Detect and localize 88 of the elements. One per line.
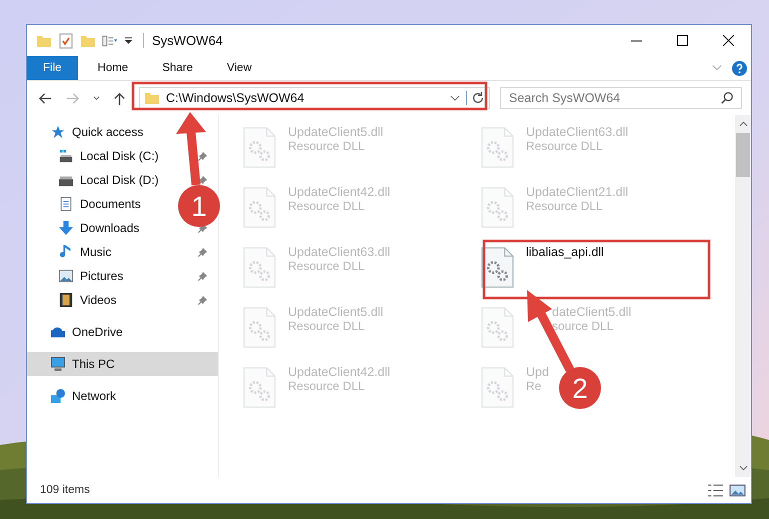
file-name: Upd [526,365,549,379]
folder-icon [144,90,160,106]
network-icon [51,389,65,403]
drive-icon [59,149,73,163]
ribbon-tab[interactable]: Home [84,56,142,80]
pin-icon[interactable] [198,295,208,305]
sidebar-item[interactable]: Quick access [27,120,148,144]
file-name: UpdateClient63.dll [288,245,390,259]
sidebar-item[interactable]: Videos [27,288,120,312]
ribbon-tab[interactable]: File [27,56,78,80]
step-badge [178,185,220,227]
file-type: source DLL [552,319,614,333]
file-name: UpdateClient5.dll [288,125,384,139]
gears-file-icon [481,126,514,169]
gears-file-icon [243,246,276,289]
file-item[interactable]: libalias_api.dll [481,242,604,298]
pin-icon[interactable] [198,271,208,281]
back-icon[interactable] [38,90,53,106]
file-name: UpdateClient21.dll [526,185,628,199]
file-name: UpdateClient63.dll [526,125,628,139]
sidebar-item[interactable]: Downloads [27,216,144,240]
gears-file-icon [243,186,276,229]
scroll-up-icon[interactable] [738,121,748,127]
file-name: dateClient5.dll [552,305,632,319]
up-icon[interactable] [112,90,127,106]
file-type: Resource DLL [288,319,366,333]
gears-file-icon [243,366,276,409]
star-icon [51,125,65,139]
file-type: Resource DLL [288,259,366,273]
step-badge [559,367,601,409]
sidebar-item[interactable]: Local Disk (D:) [27,168,163,192]
scroll-down-icon[interactable] [738,465,748,471]
file-type: Resource DLL [288,199,366,213]
file-name: libalias_api.dll [526,245,604,259]
pin-icon[interactable] [198,151,208,161]
pin-icon[interactable] [198,175,208,185]
gears-file-icon [481,306,514,349]
file-type: Resource DLL [288,139,366,153]
step-number: 1 [191,191,207,222]
item-count: 109 items [40,484,90,496]
file-type: Resource DLL [526,199,604,213]
pin-icon[interactable] [198,247,208,257]
sidebar-item[interactable]: Documents [27,192,145,216]
file-type: Resource DLL [288,379,366,393]
document-icon [59,197,73,211]
close-icon [722,35,734,46]
cloud-icon [51,325,65,339]
sidebar-item[interactable]: OneDrive [27,320,127,344]
gears-file-icon [481,366,514,409]
dropdown-icon[interactable] [450,94,460,102]
gears-file-icon [243,126,276,169]
scroll-thumb[interactable] [736,133,750,177]
file-name: UpdateClient42.dll [288,365,390,379]
gears-file-icon [243,306,276,349]
sidebar-item[interactable]: Music [27,240,116,264]
monitor-icon [51,357,65,371]
file-type: Re [526,379,542,393]
sidebar-item[interactable]: Network [27,384,120,408]
picture-frame-icon [59,269,73,283]
address-bar[interactable]: C:\Windows\SysWOW64 [139,87,490,109]
maximize-icon [676,35,688,46]
film-icon [59,293,73,307]
properties-icon[interactable] [58,32,74,48]
file-type: Resource DLL [526,139,604,153]
ribbon-tab[interactable]: View [212,56,266,80]
gears-file-icon [481,246,514,289]
minimize-icon [630,40,642,42]
download-arrow-icon [59,221,73,235]
help-icon[interactable] [732,60,747,76]
file-name: UpdateClient5.dll [288,305,384,319]
refresh-icon[interactable] [466,91,485,105]
sidebar-item[interactable]: Local Disk (C:) [27,144,163,168]
large-icons-view-icon[interactable] [729,482,746,498]
details-view-icon[interactable] [707,482,724,498]
expand-ribbon-icon[interactable] [712,64,722,72]
search-icon[interactable] [720,91,734,105]
dropdown-icon[interactable] [124,36,133,45]
ribbon-tab[interactable]: Share [148,56,207,80]
gears-file-icon [481,186,514,229]
search-field[interactable]: Search SysWOW64 [500,87,742,109]
window-title: SysWOW64 [143,33,223,48]
scroll-bar[interactable] [735,115,751,477]
recent-locations-icon[interactable] [92,94,101,102]
step-number: 2 [572,373,588,404]
sidebar-item[interactable]: This PC [27,352,218,376]
music-note-icon [59,245,73,259]
sidebar-item[interactable]: Pictures [27,264,128,288]
file-name: UpdateClient42.dll [288,185,390,199]
